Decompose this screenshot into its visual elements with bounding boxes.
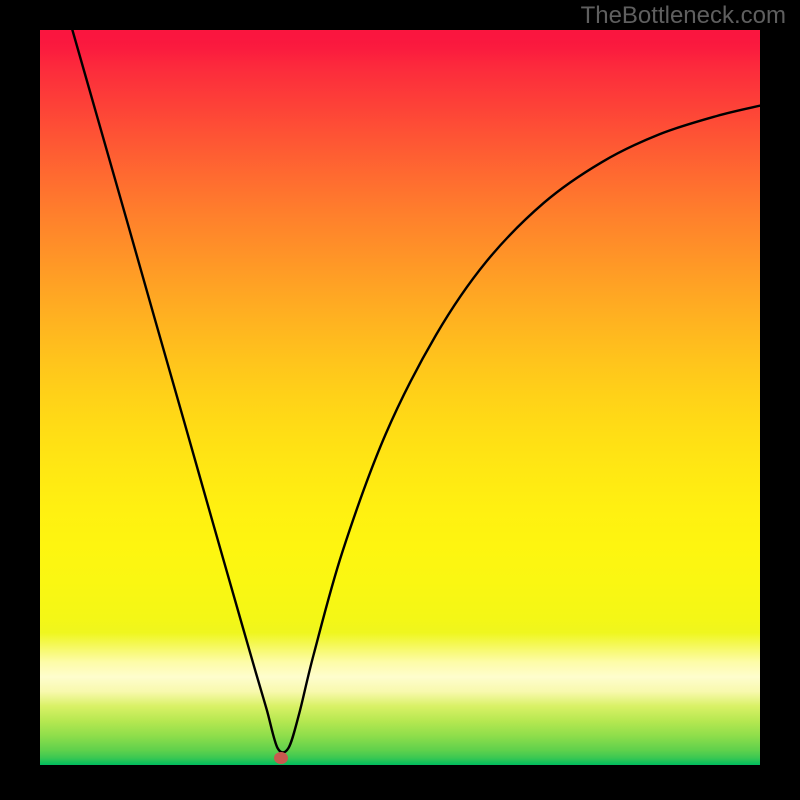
curve-path <box>72 30 760 752</box>
bottleneck-curve <box>40 30 760 765</box>
attribution-label: TheBottleneck.com <box>581 2 786 30</box>
optimum-marker <box>274 752 288 764</box>
chart-frame: TheBottleneck.com <box>0 0 800 800</box>
plot-area <box>40 30 760 765</box>
